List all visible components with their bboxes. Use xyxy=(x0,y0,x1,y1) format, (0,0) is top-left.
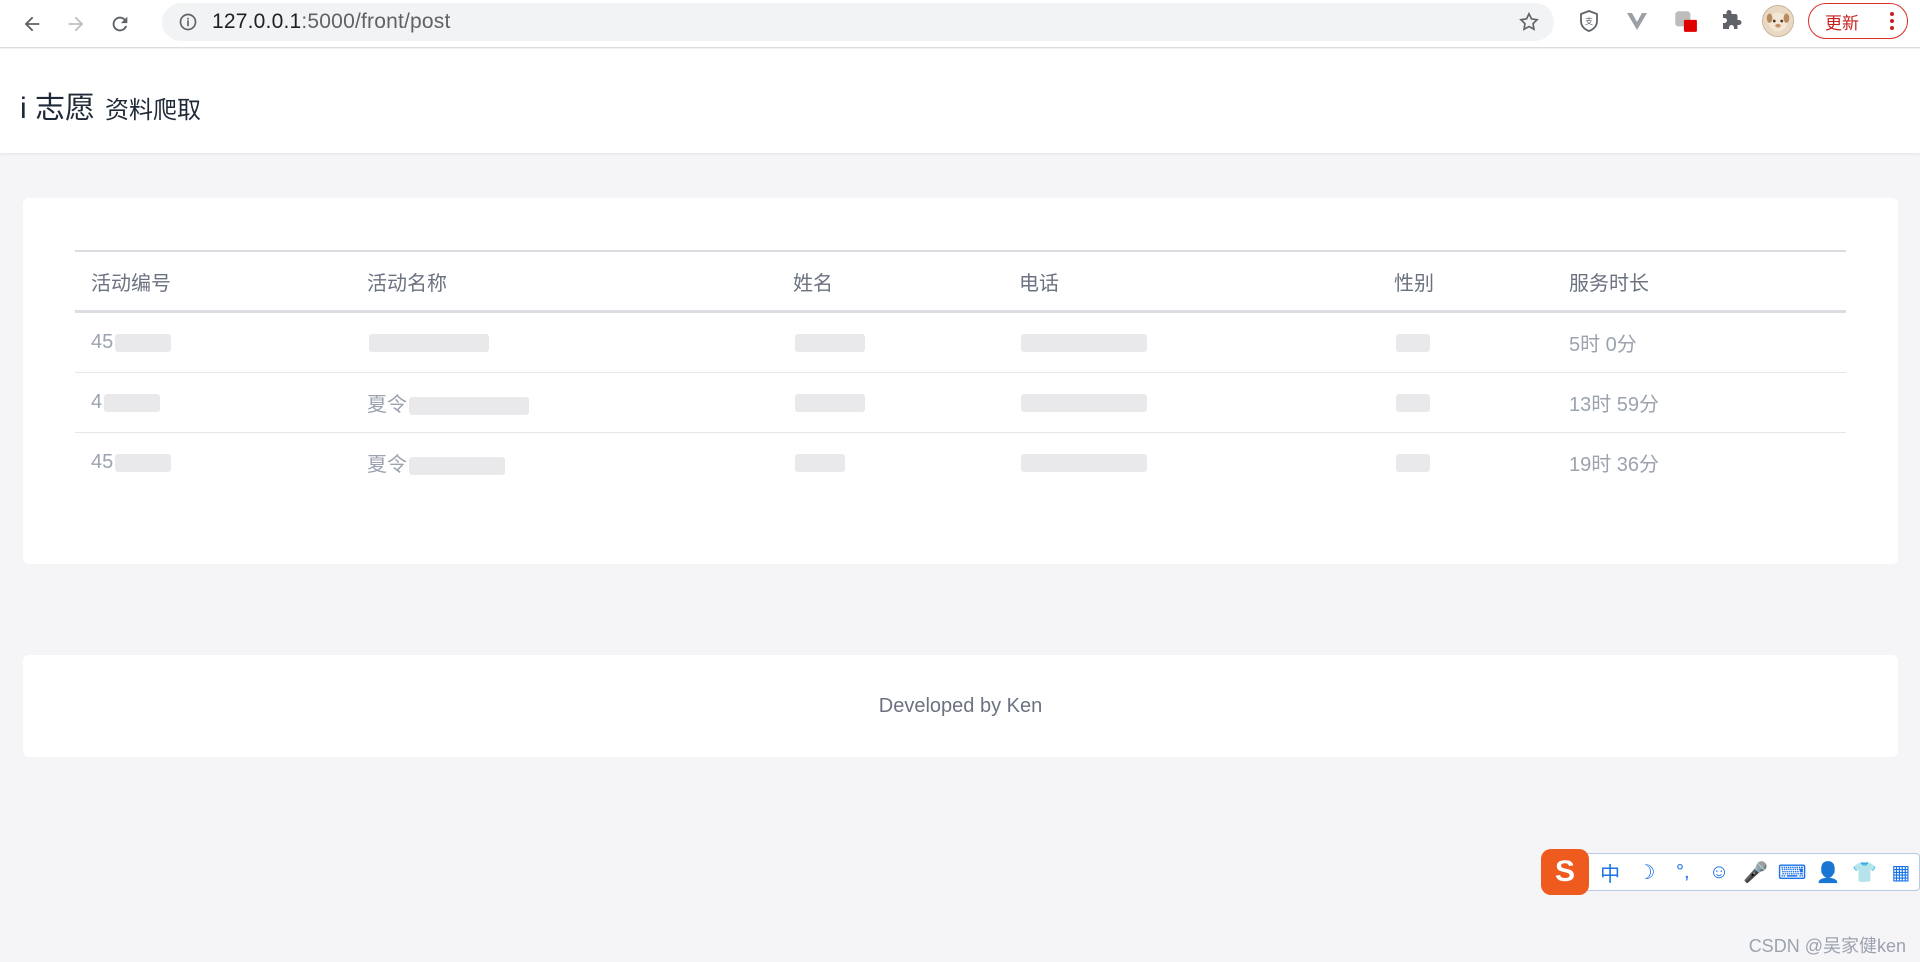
svg-text:支: 支 xyxy=(1585,16,1593,26)
ime-skin-icon[interactable]: 👕 xyxy=(1850,860,1878,885)
forward-arrow-icon xyxy=(68,16,84,31)
profile-avatar-icon[interactable] xyxy=(1762,5,1794,37)
redacted-block xyxy=(1396,453,1430,472)
brand[interactable]: i 志愿 资料爬取 xyxy=(20,83,201,127)
redacted-block xyxy=(104,393,161,412)
ime-user-icon[interactable]: 👤 xyxy=(1814,860,1842,885)
ime-keyboard-icon[interactable]: ⌨ xyxy=(1778,860,1807,885)
cell-activity-id: 45 xyxy=(75,311,351,373)
footer-text: Developed by Ken xyxy=(878,694,1043,717)
sogou-logo-icon[interactable]: S xyxy=(1541,849,1589,895)
cell-activity-name: 夏令 xyxy=(351,433,777,493)
table-row: 4 夏令 13时 59分 xyxy=(75,372,1846,433)
cell-gender xyxy=(1378,311,1553,373)
reload-button[interactable] xyxy=(100,4,140,44)
ime-grid-icon[interactable]: ▦ xyxy=(1887,860,1915,885)
redacted-block xyxy=(1021,333,1147,352)
cell-duration: 5时 0分 xyxy=(1553,311,1846,373)
puzzle-icon[interactable] xyxy=(1716,6,1746,36)
column-header: 活动名称 xyxy=(351,250,777,313)
back-arrow-icon xyxy=(24,16,40,31)
info-icon[interactable] xyxy=(178,12,198,32)
back-button[interactable] xyxy=(12,4,52,44)
cell-name xyxy=(777,311,1003,373)
ime-chinese-mode-icon[interactable]: 中 xyxy=(1596,858,1624,887)
redacted-block xyxy=(115,453,172,472)
cell-activity-id: 4 xyxy=(75,372,351,433)
records-card: 活动编号 活动名称 姓名 电话 性别 服务时长 45 5时 0分 4 夏令 13… xyxy=(23,198,1898,564)
table-header-row: 活动编号 活动名称 姓名 电话 性别 服务时长 xyxy=(75,250,1846,313)
column-header: 电话 xyxy=(1003,250,1378,313)
cell-duration: 13时 59分 xyxy=(1553,372,1846,433)
forward-button[interactable] xyxy=(56,4,96,44)
url-text: 127.0.0.1:5000/front/post xyxy=(212,10,451,34)
redacted-block xyxy=(369,333,489,352)
cell-activity-name: 夏令 xyxy=(351,372,777,433)
extension-badge-icon[interactable] xyxy=(1670,6,1700,36)
ime-punctuation-icon[interactable]: °, xyxy=(1669,861,1697,884)
more-vert-icon xyxy=(1890,12,1894,30)
redacted-block xyxy=(115,333,172,352)
redacted-block xyxy=(1021,393,1147,412)
url-host: 127.0.0.1 xyxy=(212,10,302,33)
column-header: 性别 xyxy=(1378,250,1553,313)
redacted-block xyxy=(795,453,845,472)
cell-name xyxy=(777,372,1003,433)
column-header: 姓名 xyxy=(777,250,1003,313)
redacted-block xyxy=(409,456,505,475)
footer: Developed by Ken xyxy=(23,655,1898,757)
column-header: 活动编号 xyxy=(75,250,351,313)
cell-phone xyxy=(1003,372,1378,433)
cell-activity-id: 45 xyxy=(75,433,351,493)
shield-extension-icon[interactable]: 支 xyxy=(1574,6,1604,36)
ime-emoji-icon[interactable]: ☺ xyxy=(1705,861,1733,884)
update-button[interactable]: 更新 xyxy=(1808,3,1908,39)
cell-phone xyxy=(1003,433,1378,493)
cell-phone xyxy=(1003,311,1378,373)
cell-activity-name xyxy=(351,311,777,373)
table-row: 45 夏令 19时 36分 xyxy=(75,433,1846,493)
redacted-block xyxy=(1021,453,1147,472)
redacted-block xyxy=(795,333,865,352)
ime-mic-icon[interactable]: 🎤 xyxy=(1741,860,1769,885)
url-path: :5000/front/post xyxy=(301,10,451,33)
cell-gender xyxy=(1378,433,1553,493)
cell-gender xyxy=(1378,372,1553,433)
redacted-block xyxy=(409,396,529,415)
brand-name: i 志愿 xyxy=(20,92,95,125)
records-table: 活动编号 活动名称 姓名 电话 性别 服务时长 45 5时 0分 4 夏令 13… xyxy=(75,250,1846,492)
watermark: CSDN @吴家健ken xyxy=(1748,936,1906,956)
cell-duration: 19时 36分 xyxy=(1569,454,1660,476)
ime-moon-icon[interactable]: ☽ xyxy=(1632,860,1660,885)
redacted-block xyxy=(1396,393,1430,412)
column-header: 服务时长 xyxy=(1553,250,1846,313)
app-header: i 志愿 资料爬取 xyxy=(0,49,1920,153)
cell-name xyxy=(777,433,1003,493)
address-bar[interactable]: 127.0.0.1:5000/front/post xyxy=(162,3,1554,41)
redacted-block xyxy=(795,393,865,412)
reload-icon xyxy=(112,16,128,31)
ime-bar: 中 ☽ °, ☺ 🎤 ⌨ 👤 👕 ▦ xyxy=(1581,853,1920,891)
redacted-block xyxy=(1396,333,1430,352)
browser-toolbar: 127.0.0.1:5000/front/post 支 更新 xyxy=(0,0,1920,48)
brand-subtitle: 资料爬取 xyxy=(105,97,201,124)
vue-devtools-icon[interactable] xyxy=(1622,6,1652,36)
ime-toolbar[interactable]: S 中 ☽ °, ☺ 🎤 ⌨ 👤 👕 ▦ xyxy=(1541,849,1920,895)
table-row: 45 5时 0分 xyxy=(75,311,1846,373)
star-icon[interactable] xyxy=(1518,11,1540,33)
update-label: 更新 xyxy=(1825,13,1859,33)
